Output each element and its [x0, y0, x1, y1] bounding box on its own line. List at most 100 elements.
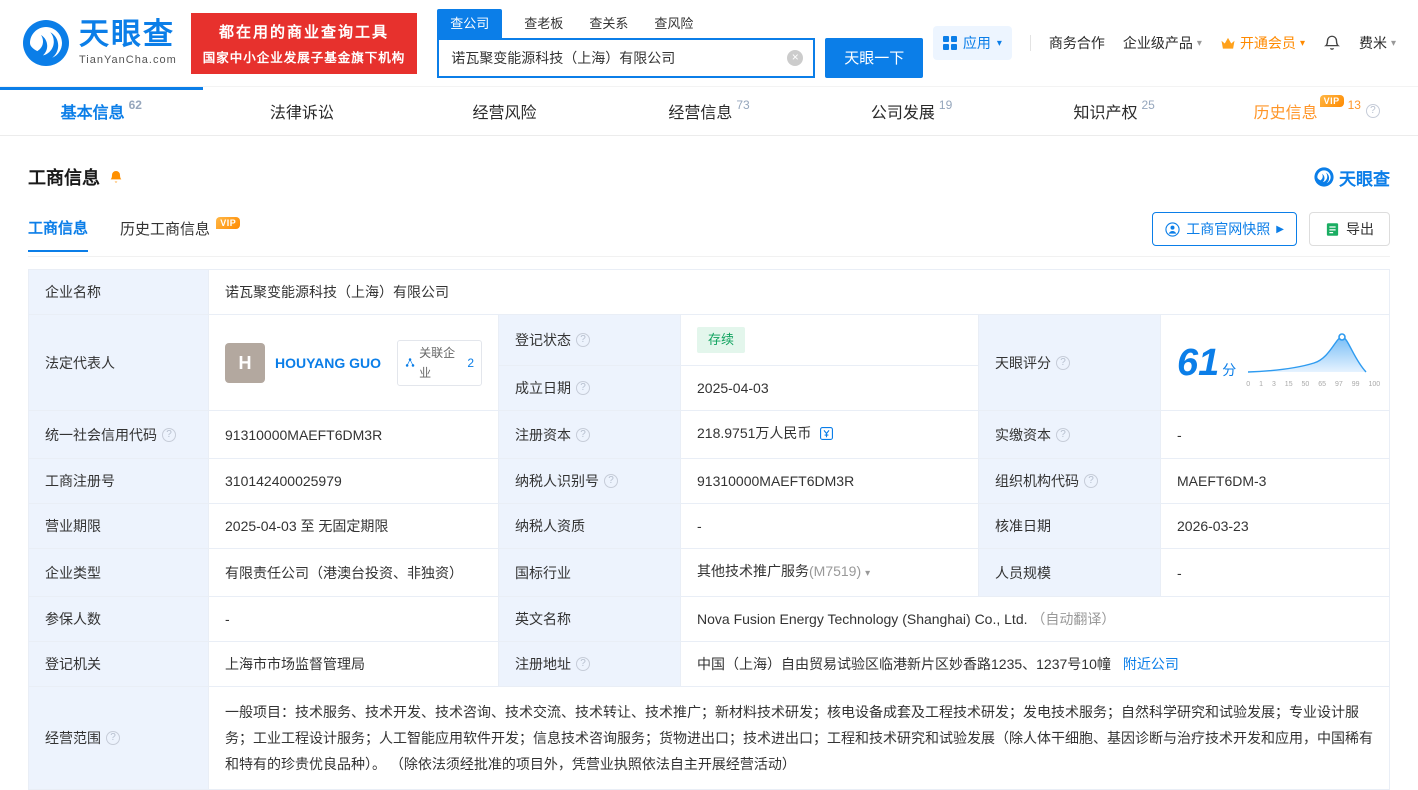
value-company-name: 诺瓦聚变能源科技（上海）有限公司 — [208, 269, 1390, 315]
value-english-name: Nova Fusion Energy Technology (Shanghai)… — [680, 596, 1390, 642]
value-reg-address: 中国（上海）自由贸易试验区临港新片区妙香路1235、1237号10幢 附近公司 — [680, 641, 1390, 687]
open-vip-menu[interactable]: 开通会员 ▾ — [1220, 33, 1305, 53]
snapshot-icon — [1165, 221, 1180, 237]
label-tyc-score: 天眼评分? — [978, 314, 1161, 411]
tab-count: 73 — [736, 98, 750, 112]
table-row: 企业名称 诺瓦聚变能源科技（上海）有限公司 — [28, 269, 1390, 315]
help-icon[interactable]: ? — [1056, 427, 1070, 442]
enterprise-products-menu[interactable]: 企业级产品 ▾ — [1123, 33, 1202, 53]
notifications-button[interactable] — [1323, 34, 1341, 52]
tab-basic-info[interactable]: 基本信息 62 — [0, 87, 203, 135]
legal-rep-avatar[interactable]: H — [225, 342, 265, 383]
status-badge: 存续 — [697, 327, 746, 353]
search-button[interactable]: 天眼一下 — [825, 37, 924, 78]
watermark-logo-text: 天眼查 — [1339, 169, 1390, 189]
crown-icon — [1221, 37, 1235, 49]
tab-label: 基本信息 — [60, 105, 125, 122]
vip-badge: VIP — [216, 217, 241, 229]
search-tab-relation[interactable]: 查关系 — [589, 9, 628, 38]
tab-operation-risk[interactable]: 经营风险 — [405, 87, 608, 135]
tianyancha-logo[interactable]: 天眼查 TianYanCha.com — [22, 19, 177, 67]
value-legal-rep: H HOUYANG GUO 关联企业 2 — [208, 314, 499, 411]
label-business-scope: 经营范围? — [28, 686, 209, 790]
user-menu[interactable]: 费米 ▾ — [1359, 33, 1396, 53]
username-label: 费米 — [1358, 35, 1387, 51]
search-tab-company[interactable]: 查公司 — [437, 8, 503, 38]
bell-icon — [1323, 35, 1340, 50]
tab-label: 法律诉讼 — [269, 105, 334, 122]
help-icon[interactable]: ? — [1084, 474, 1098, 488]
search-input[interactable] — [449, 48, 788, 67]
score-value: 61 分 — [1177, 341, 1237, 384]
industry-code: (M7519) — [809, 563, 862, 579]
help-icon[interactable]: ? — [1365, 104, 1380, 118]
tab-label: 经营风险 — [472, 105, 537, 122]
tianyancha-mini-icon — [1314, 167, 1334, 187]
label-insured-num: 参保人数 — [28, 596, 209, 642]
search-tab-risk[interactable]: 查风险 — [654, 9, 693, 38]
value-insured-num: - — [208, 596, 499, 642]
label-approve-date: 核准日期 — [978, 503, 1161, 549]
tab-company-development[interactable]: 公司发展 19 — [810, 87, 1013, 135]
subtab-history-registration[interactable]: 历史工商信息 VIP — [120, 217, 241, 251]
tab-business-info[interactable]: 经营信息 73 — [608, 87, 811, 135]
business-cooperation-link[interactable]: 商务合作 — [1049, 33, 1105, 53]
nearby-companies-link[interactable]: 附近公司 — [1123, 656, 1179, 672]
label-business-term: 营业期限 — [28, 503, 209, 549]
table-row: 登记机关 上海市市场监督管理局 注册地址? 中国（上海）自由贸易试验区临港新片区… — [28, 641, 1390, 687]
label-reg-address: 注册地址? — [498, 641, 681, 687]
related-count: 2 — [467, 355, 474, 370]
clear-search-icon[interactable]: × — [787, 49, 804, 66]
logo-domain: TianYanCha.com — [79, 54, 177, 66]
chevron-down-icon[interactable]: ▾ — [865, 568, 870, 579]
apps-menu[interactable]: 应用 ▾ — [932, 26, 1012, 60]
export-file-icon — [1326, 222, 1339, 236]
tab-legal-proceedings[interactable]: 法律诉讼 — [203, 87, 406, 135]
subtab-business-registration[interactable]: 工商信息 — [28, 217, 89, 252]
table-row: 统一社会信用代码? 91310000MAEFT6DM3R 注册资本? 218.9… — [28, 410, 1390, 459]
menu-divider — [1029, 35, 1031, 51]
value-paid-capital: - — [1160, 410, 1390, 459]
tab-intellectual-property[interactable]: 知识产权 25 — [1013, 87, 1216, 135]
official-snapshot-button[interactable]: 工商官网快照 ▶ — [1152, 212, 1297, 246]
help-icon[interactable]: ? — [604, 474, 618, 488]
logo-text-block: 天眼查 TianYanCha.com — [79, 18, 177, 67]
export-button[interactable]: 导出 — [1309, 212, 1390, 246]
company-info-table: 企业名称 诺瓦聚变能源科技（上海）有限公司 法定代表人 H HOUYANG GU… — [28, 269, 1390, 790]
apps-grid-icon — [942, 36, 957, 50]
chevron-down-icon: ▾ — [996, 37, 1002, 49]
related-companies-badge[interactable]: 关联企业 2 — [397, 339, 482, 386]
top-menu: 应用 ▾ 商务合作 企业级产品 ▾ 开通会员 ▾ 费米 ▾ — [932, 26, 1396, 60]
company-nav-tabs: 基本信息 62 法律诉讼 经营风险 经营信息 73 公司发展 19 知识产权 2… — [0, 86, 1418, 136]
help-icon[interactable]: ? — [1056, 355, 1070, 370]
help-icon[interactable]: ? — [162, 427, 176, 442]
value-reg-authority: 上海市市场监督管理局 — [208, 641, 499, 687]
logo-name: 天眼查 — [79, 18, 175, 51]
value-industry: 其他技术推广服务(M7519) ▾ — [680, 548, 979, 597]
capital-detail-icon[interactable] — [819, 427, 834, 444]
value-reg-capital: 218.9751万人民币 — [680, 410, 979, 459]
snapshot-label: 工商官网快照 — [1186, 221, 1271, 237]
table-row: 法定代表人 H HOUYANG GUO 关联企业 2 登记状态? 存续 天眼评分… — [28, 314, 1390, 411]
help-icon[interactable]: ? — [576, 657, 590, 671]
help-icon[interactable]: ? — [106, 731, 120, 745]
help-icon[interactable]: ? — [576, 427, 590, 442]
tab-history-info[interactable]: 历史信息 VIP 13 ? — [1215, 87, 1418, 135]
legal-rep-name-link[interactable]: HOUYANG GUO — [275, 353, 381, 373]
score-chart: 0 1 3 15 50 65 97 99 100 — [1246, 330, 1380, 395]
watermark-logo: 天眼查 — [1314, 165, 1390, 190]
value-taxpayer-quality: - — [680, 503, 979, 549]
value-reg-status: 存续 — [680, 314, 979, 366]
label-reg-no: 工商注册号 — [28, 458, 209, 504]
search-tab-boss[interactable]: 查老板 — [524, 9, 563, 38]
value-credit-code: 91310000MAEFT6DM3R — [208, 410, 499, 459]
label-english-name: 英文名称 — [498, 596, 681, 642]
arrow-right-icon: ▶ — [1276, 223, 1284, 235]
table-row: 工商注册号 310142400025979 纳税人识别号? 91310000MA… — [28, 458, 1390, 504]
help-icon[interactable]: ? — [576, 333, 590, 347]
subscribe-bell-icon[interactable] — [108, 169, 124, 185]
chevron-down-icon: ▾ — [1196, 37, 1202, 49]
cooperation-label: 商务合作 — [1048, 35, 1105, 51]
help-icon[interactable]: ? — [576, 381, 590, 395]
enterprise-label: 企业级产品 — [1122, 35, 1193, 51]
